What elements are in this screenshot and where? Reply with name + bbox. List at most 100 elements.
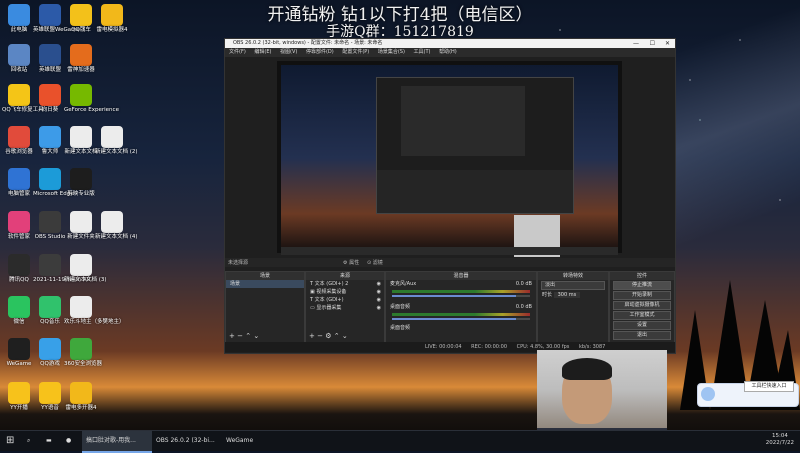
stop-streaming-button[interactable]: 停止推流 [613, 281, 671, 290]
ime-avatar-icon[interactable] [701, 387, 715, 401]
desktop-app-icon [39, 4, 61, 26]
desktop-icon[interactable]: 英雄联盟 [33, 44, 67, 74]
desktop-icon-label: 新建文本文档 (4) [95, 234, 138, 240]
maximize-icon[interactable]: ☐ [650, 39, 655, 48]
start-recording-button[interactable]: 开始录制 [613, 291, 671, 300]
volume-slider[interactable] [392, 295, 530, 297]
desktop-icon[interactable]: 雷电模拟器4 [95, 4, 129, 34]
desktop-icon[interactable]: 新建文本文档 (2) [95, 126, 138, 156]
move-up-icon[interactable]: ⌃ [245, 332, 251, 340]
desktop-icon[interactable]: 新建文本文档 [64, 126, 98, 156]
sources-dock-title: 来源 [306, 272, 384, 280]
obs-window[interactable]: OBS 26.0.2 (32-bit, windows) - 配置文件: 未命名… [224, 38, 676, 354]
search-icon[interactable]: ⌕ [27, 431, 30, 451]
exit-button[interactable]: 退出 [613, 331, 671, 340]
obs-preview[interactable] [277, 61, 622, 257]
desktop-icon[interactable]: 腾讯QQ [2, 254, 36, 284]
system-clock[interactable]: 15:04 2022/7/22 [766, 433, 794, 447]
desktop-icon[interactable]: 新建文件夹 [64, 211, 98, 241]
desktop-icon[interactable]: Microsoft Edge [33, 168, 74, 198]
close-icon[interactable]: ✕ [665, 39, 670, 48]
desktop-icon[interactable]: YY开播 [2, 382, 36, 412]
add-icon[interactable]: + [309, 332, 315, 340]
studio-mode-button[interactable]: 工作室模式 [613, 311, 671, 320]
sources-dock: 来源 T 文本 (GDI+) 2 ◉ ▣ 视频采集设备 ◉ T 文本 (GDI+) ◉… [305, 271, 385, 343]
visibility-icon[interactable]: ◉ [377, 304, 381, 312]
menu-edit[interactable]: 编辑(E) [254, 49, 271, 55]
source-item[interactable]: ▣ 视频采集设备 ◉ [306, 288, 384, 296]
taskbar-item-wegame[interactable]: WeGame [222, 431, 276, 451]
volume-fill [392, 295, 517, 297]
scene-item[interactable]: 场景 [226, 280, 304, 288]
transition-select[interactable]: 淡出 [541, 281, 605, 290]
desktop-icon[interactable]: WeGame [2, 338, 36, 368]
properties-button[interactable]: ⚙ 属性 [343, 259, 359, 266]
desktop-icon[interactable]: 新建文本文档 (3) [64, 254, 107, 284]
menu-help[interactable]: 帮助(H) [439, 49, 457, 55]
source-item[interactable]: T 文本 (GDI+) ◉ [306, 296, 384, 304]
start-virtual-camera-button[interactable]: 启动虚拟摄像机 [613, 301, 671, 310]
desktop-icon[interactable]: 回收站 [2, 44, 36, 74]
desktop-icon[interactable]: 新建文本文档 (4) [95, 211, 138, 241]
desktop-icon[interactable]: 雷电多开器4 [64, 382, 98, 412]
start-button[interactable]: ⊞ [6, 431, 14, 451]
desktop-icon[interactable]: QQ音乐 [33, 296, 67, 326]
desktop-app-icon [70, 382, 92, 404]
app-icon[interactable]: ● [66, 431, 71, 451]
menu-tools[interactable]: 工具(T) [414, 49, 431, 55]
desktop-icon[interactable]: 微信 [2, 296, 36, 326]
taskbar-item-obs[interactable]: OBS 26.0.2 (32-bi... [152, 431, 222, 451]
desktop-icon[interactable]: QQ飞车 [64, 4, 98, 34]
menu-scene-collection[interactable]: 场景集合(S) [378, 49, 405, 55]
menu-file[interactable]: 文件(F) [229, 49, 246, 55]
remove-icon[interactable]: − [317, 332, 323, 340]
nested-obs-window [376, 77, 574, 214]
gear-icon[interactable]: ⚙ [325, 332, 331, 340]
desktop-icon[interactable]: 剪映专业版 [64, 168, 98, 198]
desktop-icon[interactable]: QQ飞车修复工具 [2, 84, 44, 114]
visibility-icon[interactable]: ◉ [377, 280, 381, 288]
desktop-icon-label: 新建文本文档 (3) [64, 277, 107, 283]
desktop-icon-label: 360安全浏览器 [64, 361, 102, 367]
desktop-icon[interactable]: OBS Studio [33, 211, 67, 241]
desktop-icon[interactable]: 鲁大师 [33, 126, 67, 156]
source-item[interactable]: T 文本 (GDI+) 2 ◉ [306, 280, 384, 288]
menu-docks[interactable]: 停靠部件(D) [306, 49, 334, 55]
duration-input[interactable]: 300 ms [553, 292, 581, 298]
desktop-icon[interactable]: 向日葵 [33, 84, 67, 114]
filters-button[interactable]: ⊙ 滤镜 [367, 259, 383, 266]
desktop-icon[interactable]: 雷神加速器 [64, 44, 98, 74]
desktop-app-icon [8, 44, 30, 66]
desktop-icon[interactable]: 英雄联盟WeGame版 [33, 4, 85, 34]
move-up-icon[interactable]: ⌃ [334, 332, 340, 340]
visibility-icon[interactable]: ◉ [377, 288, 381, 296]
desktop-icon[interactable]: 谷歌浏览器 [2, 126, 36, 156]
move-down-icon[interactable]: ⌄ [253, 332, 259, 340]
desktop-icon[interactable]: QQ游戏 [33, 338, 67, 368]
obs-title-bar[interactable]: OBS 26.0.2 (32-bit, windows) - 配置文件: 未命名… [225, 39, 675, 48]
desktop-icon[interactable]: 2021-11-19 Team AR... [33, 254, 96, 284]
desktop-icon-label: 雷神加速器 [67, 67, 95, 73]
desktop-icon[interactable]: YY语音 [33, 382, 67, 412]
desktop-icon[interactable]: 360安全浏览器 [64, 338, 102, 368]
remove-icon[interactable]: − [237, 332, 243, 340]
move-down-icon[interactable]: ⌄ [342, 332, 348, 340]
desktop-icon[interactable]: 欢乐斗地主（多樊地主） [64, 296, 125, 326]
add-icon[interactable]: + [229, 332, 235, 340]
desktop-icon-label: 微信 [13, 319, 25, 325]
desktop-icon[interactable]: 软件管家 [2, 211, 36, 241]
desktop-icon[interactable]: GeForce Experience [64, 84, 119, 114]
menu-view[interactable]: 视图(V) [280, 49, 297, 55]
desktop-icon[interactable]: 电脑管家 [2, 168, 36, 198]
source-item[interactable]: ▭ 显示器采集 ◉ [306, 304, 384, 312]
menu-profile[interactable]: 配置文件(P) [342, 49, 369, 55]
track-name: 桌面音频 [390, 304, 411, 310]
folder-icon[interactable]: ▬ [46, 431, 52, 451]
volume-slider[interactable] [392, 318, 530, 320]
desktop-icon-label: 回收站 [10, 67, 28, 73]
scene-actions: + − ⌃ ⌄ [229, 332, 259, 340]
minimize-icon[interactable]: — [633, 39, 639, 48]
settings-button[interactable]: 设置 [613, 321, 671, 330]
desktop-icon[interactable]: 此电脑 [2, 4, 36, 34]
visibility-icon[interactable]: ◉ [377, 296, 381, 304]
